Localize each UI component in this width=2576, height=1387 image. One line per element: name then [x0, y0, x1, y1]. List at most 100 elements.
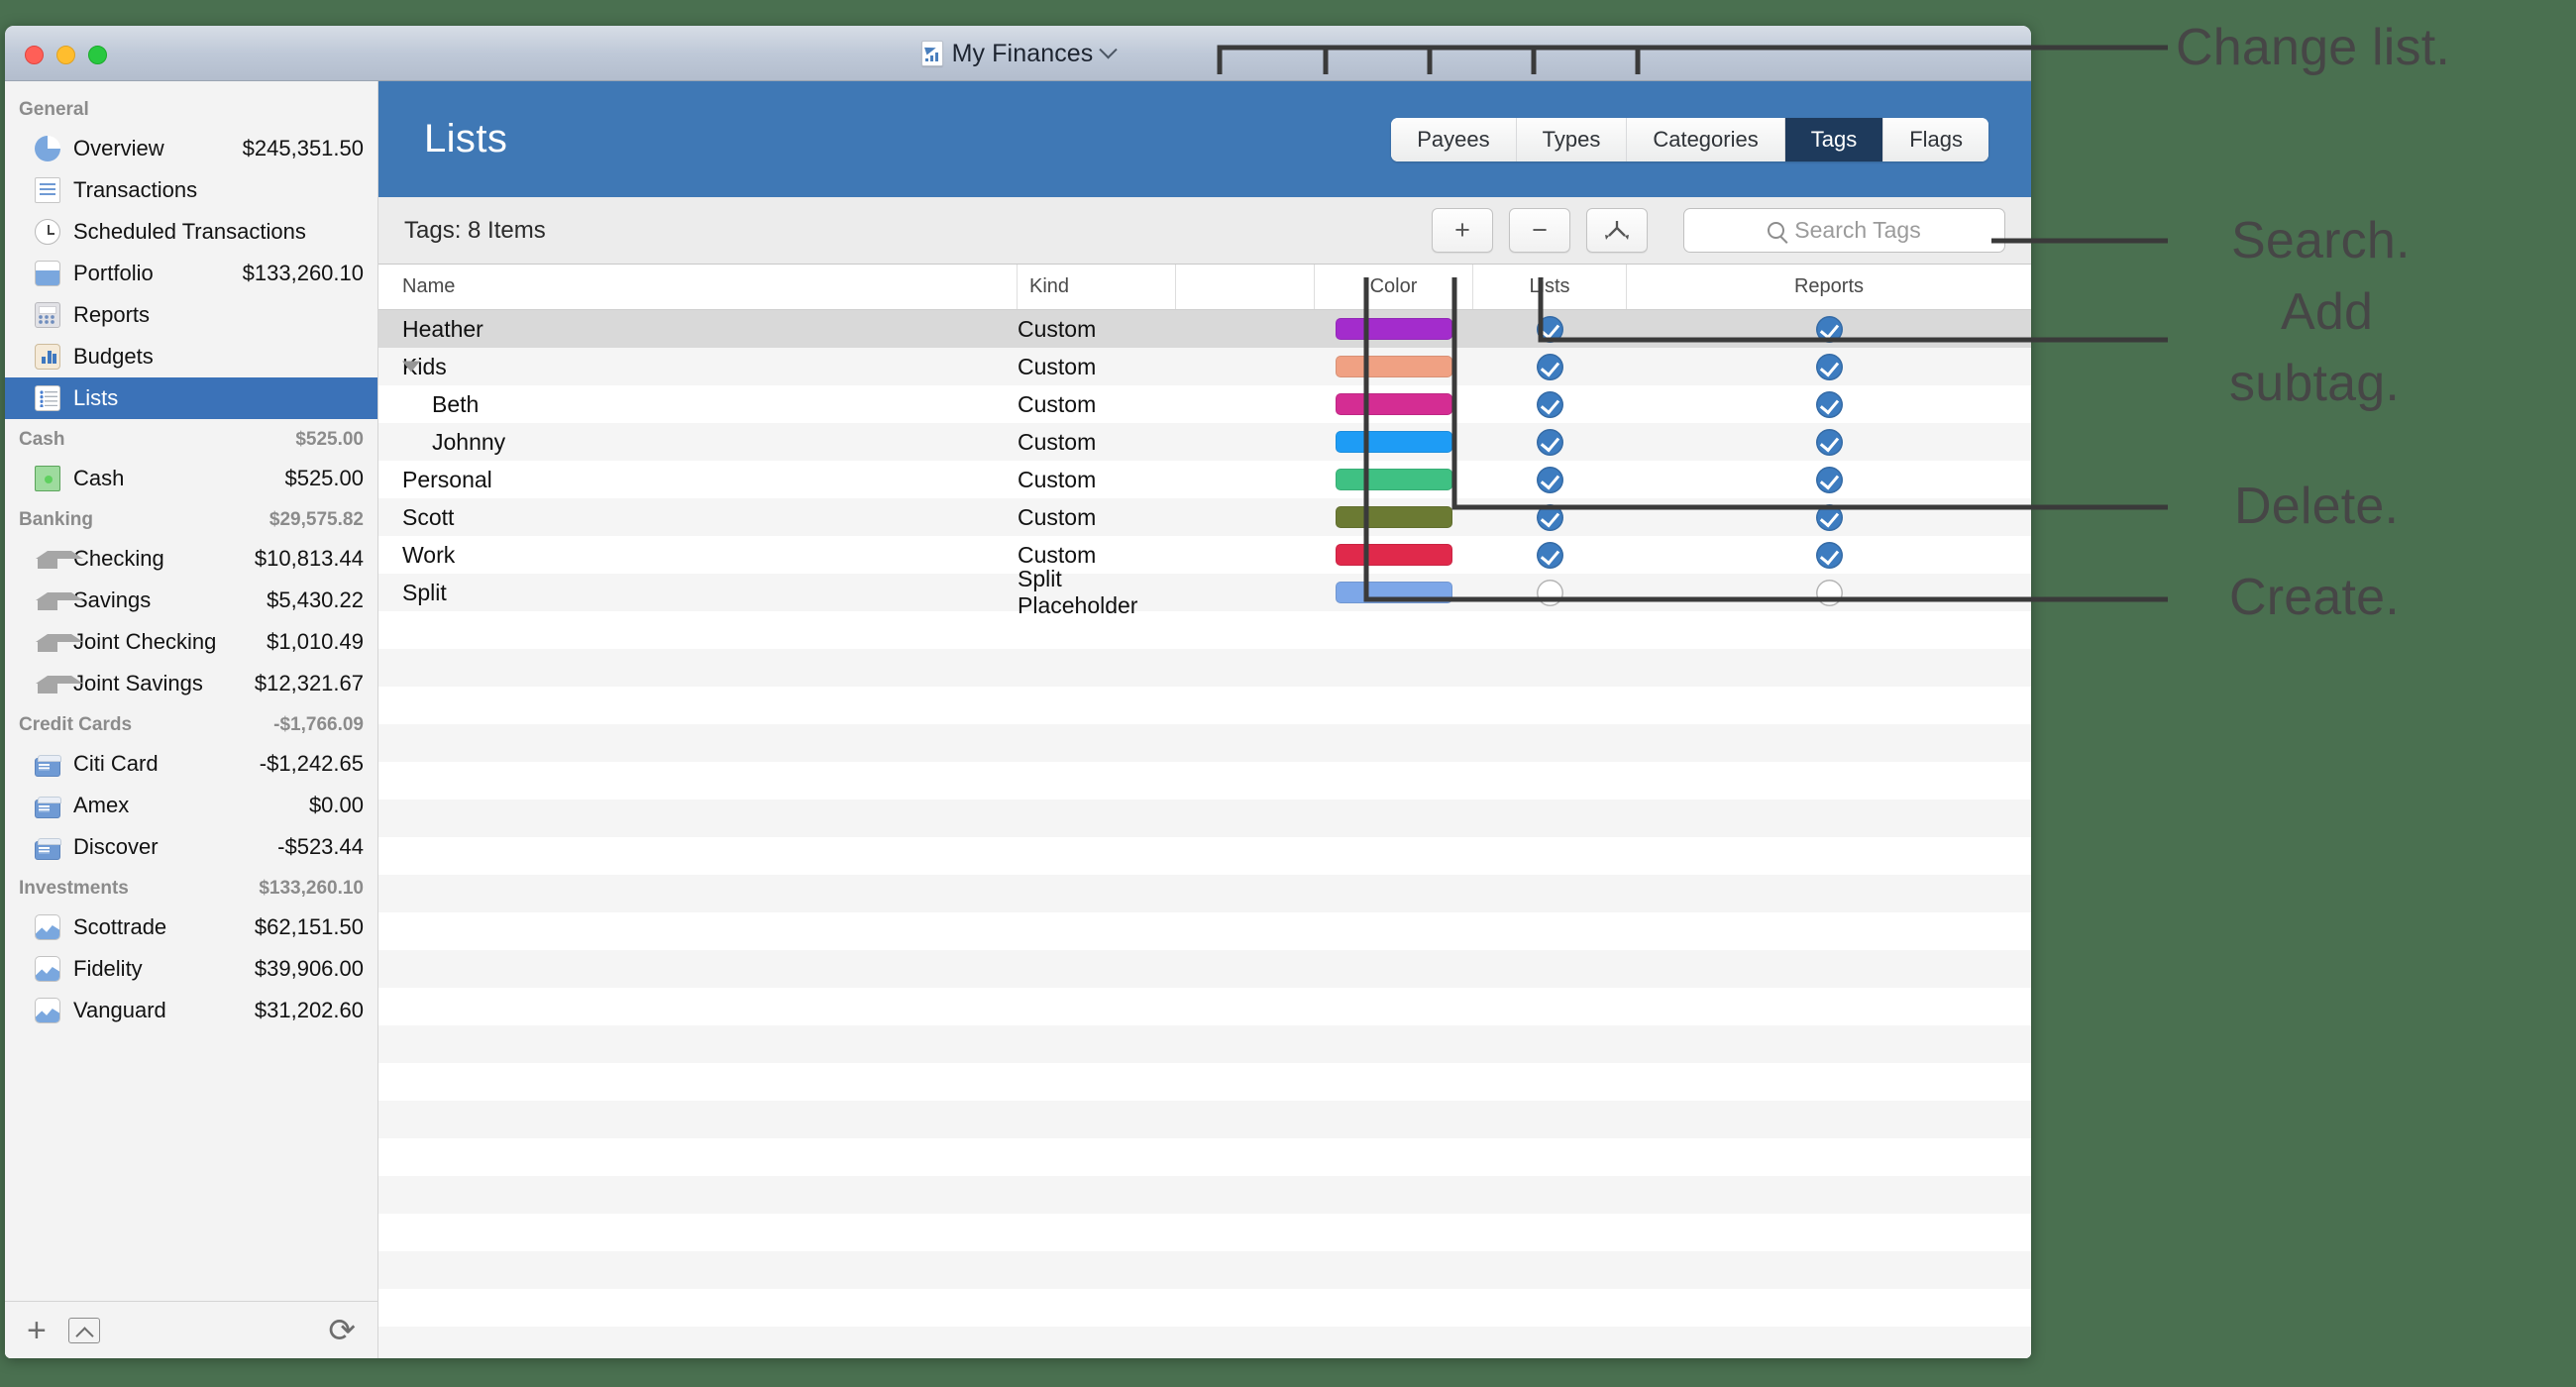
color-swatch[interactable]	[1336, 544, 1452, 566]
sidebar-item-amount: $245,351.50	[242, 136, 364, 160]
table-row[interactable]: Split Split Placeholder	[378, 566, 2031, 618]
checkbox-checked-icon[interactable]	[1815, 390, 1843, 418]
sidebar-item-cash[interactable]: Cash $525.00	[5, 458, 377, 499]
cell-lists-checkbox[interactable]	[1473, 461, 1627, 498]
cell-color[interactable]	[1315, 536, 1473, 574]
sidebar-item-transactions[interactable]: Transactions	[5, 169, 377, 211]
checkbox-checked-icon[interactable]	[1815, 466, 1843, 493]
tab-categories[interactable]: Categories	[1627, 118, 1785, 161]
cell-reports-checkbox[interactable]	[1627, 461, 2031, 498]
cell-reports-checkbox[interactable]	[1627, 310, 2031, 348]
tab-payees[interactable]: Payees	[1391, 118, 1517, 161]
sidebar-item-citi-card[interactable]: Citi Card -$1,242.65	[5, 743, 377, 785]
table-row[interactable]: Beth Custom	[378, 385, 2031, 423]
cell-color[interactable]	[1315, 461, 1473, 498]
cell-reports-checkbox[interactable]	[1627, 423, 2031, 461]
cell-color[interactable]	[1315, 348, 1473, 385]
sidebar-item-savings[interactable]: Savings $5,430.22	[5, 580, 377, 621]
sidebar-item-amex[interactable]: Amex $0.00	[5, 785, 377, 826]
cell-lists-checkbox[interactable]	[1473, 310, 1627, 348]
checkbox-checked-icon[interactable]	[1815, 503, 1843, 531]
checkbox-checked-icon[interactable]	[1815, 315, 1843, 343]
sidebar-item-vanguard[interactable]: Vanguard $31,202.60	[5, 990, 377, 1031]
list-type-tabs[interactable]: Payees Types Categories Tags Flags	[1391, 118, 1988, 161]
sidebar-item-scottrade[interactable]: Scottrade $62,151.50	[5, 907, 377, 948]
sidebar-item-discover[interactable]: Discover -$523.44	[5, 826, 377, 868]
table-row[interactable]: Kids Custom	[378, 348, 2031, 385]
sidebar-item-budgets[interactable]: Budgets	[5, 336, 377, 377]
checkbox-unchecked-icon[interactable]	[1537, 579, 1563, 606]
color-swatch[interactable]	[1336, 356, 1452, 377]
cell-reports-checkbox[interactable]	[1627, 536, 2031, 574]
cell-lists-checkbox[interactable]	[1473, 348, 1627, 385]
table-row[interactable]: Johnny Custom	[378, 423, 2031, 461]
sidebar-item-label: Joint Savings	[73, 671, 203, 695]
cell-color[interactable]	[1315, 310, 1473, 348]
color-swatch[interactable]	[1336, 393, 1452, 415]
annotation-delete: Delete.	[2234, 478, 2400, 535]
search-field[interactable]: Search Tags	[1683, 208, 2005, 253]
color-swatch[interactable]	[1336, 506, 1452, 528]
cell-reports-checkbox[interactable]	[1627, 498, 2031, 536]
chevron-down-icon[interactable]	[1099, 40, 1119, 58]
sidebar-item-joint-savings[interactable]: Joint Savings $12,321.67	[5, 663, 377, 704]
checkbox-checked-icon[interactable]	[1815, 541, 1843, 569]
checkbox-checked-icon[interactable]	[1537, 541, 1563, 569]
cell-reports-checkbox[interactable]	[1627, 348, 2031, 385]
tab-types[interactable]: Types	[1516, 118, 1628, 161]
sidebar-item-reports[interactable]: Reports	[5, 294, 377, 336]
cell-color[interactable]	[1315, 498, 1473, 536]
table-row[interactable]: Work Custom	[378, 536, 2031, 574]
sidebar-item-label: Vanguard	[73, 998, 166, 1022]
add-subtag-button[interactable]	[1586, 208, 1648, 253]
checkbox-checked-icon[interactable]	[1537, 503, 1563, 531]
cell-color[interactable]	[1315, 385, 1473, 423]
checkbox-checked-icon[interactable]	[1815, 353, 1843, 380]
table-row[interactable]: Heather Custom	[378, 310, 2031, 348]
checkbox-checked-icon[interactable]	[1537, 466, 1563, 493]
column-header-kind[interactable]: Kind	[1018, 265, 1176, 309]
column-header-reports[interactable]: Reports	[1627, 265, 2031, 309]
tab-flags[interactable]: Flags	[1883, 118, 1988, 161]
cell-color[interactable]	[1315, 574, 1473, 611]
color-swatch[interactable]	[1336, 582, 1452, 603]
column-header-name[interactable]: Name	[378, 265, 1018, 309]
cell-color[interactable]	[1315, 423, 1473, 461]
add-button[interactable]: +	[1432, 208, 1493, 253]
refresh-icon[interactable]: ⟳	[328, 1314, 356, 1346]
cell-lists-checkbox[interactable]	[1473, 574, 1627, 611]
sidebar-item-scheduled-transactions[interactable]: Scheduled Transactions	[5, 211, 377, 253]
cell-lists-checkbox[interactable]	[1473, 423, 1627, 461]
sidebar-item-lists[interactable]: Lists	[5, 377, 377, 419]
cell-lists-checkbox[interactable]	[1473, 536, 1627, 574]
cell-reports-checkbox[interactable]	[1627, 574, 2031, 611]
sidebar-item-portfolio[interactable]: Portfolio $133,260.10	[5, 253, 377, 294]
checkbox-checked-icon[interactable]	[1537, 390, 1563, 418]
checkbox-checked-icon[interactable]	[1815, 428, 1843, 456]
sidebar-item-joint-checking[interactable]: Joint Checking $1,010.49	[5, 621, 377, 663]
checkbox-checked-icon[interactable]	[1537, 428, 1563, 456]
checkbox-unchecked-icon[interactable]	[1815, 579, 1843, 606]
cell-lists-checkbox[interactable]	[1473, 498, 1627, 536]
sidebar-item-overview[interactable]: Overview $245,351.50	[5, 128, 377, 169]
table-empty-row	[378, 1176, 2031, 1214]
cell-lists-checkbox[interactable]	[1473, 385, 1627, 423]
tab-tags[interactable]: Tags	[1784, 118, 1884, 161]
column-header-lists[interactable]: Lists	[1473, 265, 1627, 309]
cell-reports-checkbox[interactable]	[1627, 385, 2031, 423]
remove-button[interactable]: −	[1509, 208, 1570, 253]
sidebar-scroll-area[interactable]: General Overview $245,351.50 Transactions Sc…	[5, 81, 377, 1301]
sidebar-item-checking[interactable]: Checking $10,813.44	[5, 538, 377, 580]
disclosure-triangle-icon[interactable]	[402, 361, 420, 373]
color-swatch[interactable]	[1336, 318, 1452, 340]
chevron-up-box-icon[interactable]	[67, 1317, 100, 1343]
table-row[interactable]: Scott Custom	[378, 498, 2031, 536]
color-swatch[interactable]	[1336, 431, 1452, 453]
column-header-color[interactable]: Color	[1315, 265, 1473, 309]
table-row[interactable]: Personal Custom	[378, 461, 2031, 498]
sidebar-item-fidelity[interactable]: Fidelity $39,906.00	[5, 948, 377, 990]
color-swatch[interactable]	[1336, 469, 1452, 490]
checkbox-checked-icon[interactable]	[1537, 315, 1563, 343]
add-account-icon[interactable]: +	[27, 1314, 47, 1347]
checkbox-checked-icon[interactable]	[1537, 353, 1563, 380]
